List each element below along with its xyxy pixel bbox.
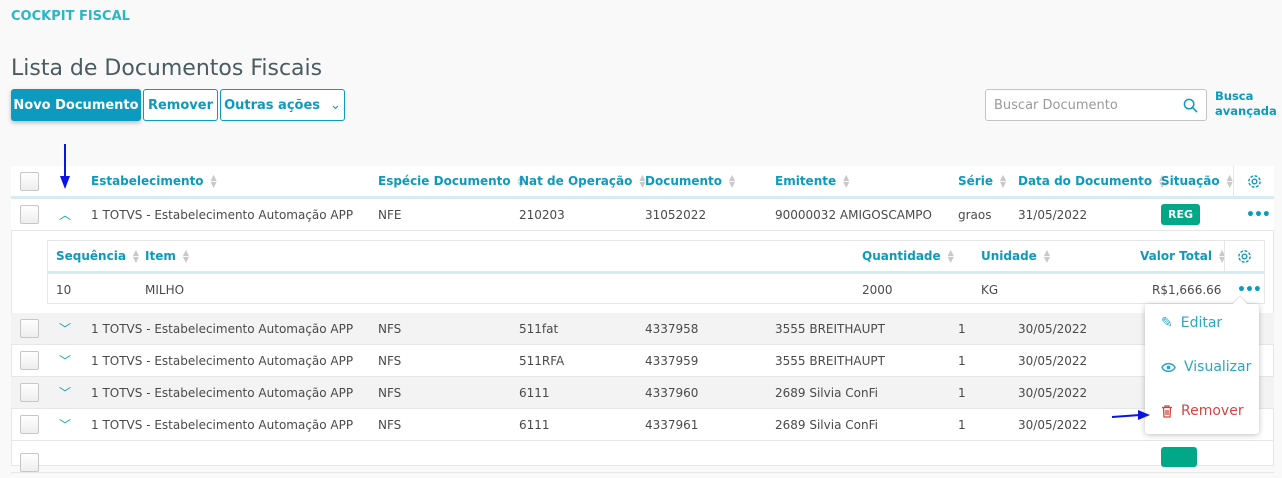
annotation-arrows xyxy=(60,144,1150,420)
row-checkbox[interactable] xyxy=(20,453,39,472)
